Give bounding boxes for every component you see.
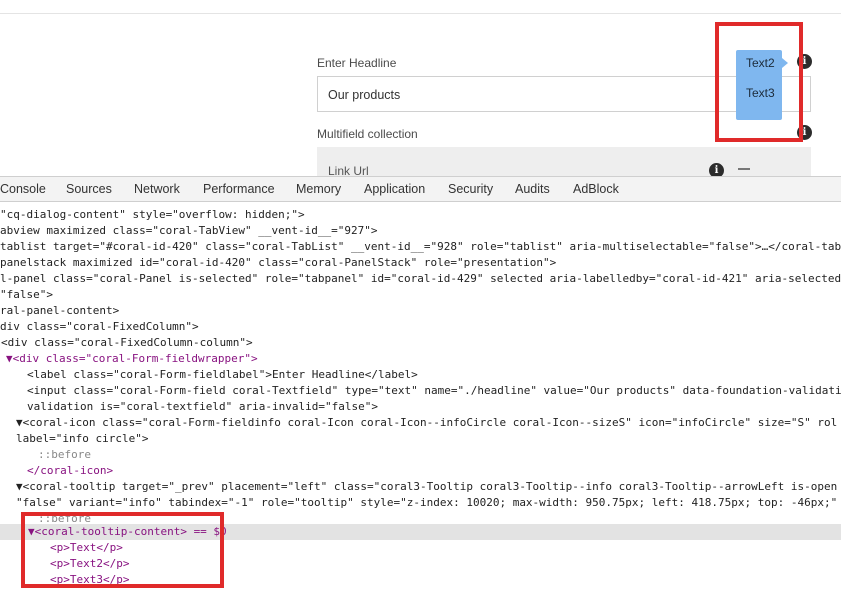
tab-application[interactable]: Application [364,182,425,196]
tab-adblock[interactable]: AdBlock [573,182,619,196]
highlight-box [715,22,803,142]
dom-line[interactable]: <label class="coral-Form-fieldlabel">Ent… [27,367,418,383]
dom-line[interactable]: tablist target="#coral-id-420" class="co… [0,239,841,255]
highlight-box [21,512,224,588]
dom-line[interactable]: <div class="coral-FixedColumn-column"> [1,335,253,351]
dom-line[interactable]: validation is="coral-textfield" aria-inv… [27,399,378,415]
dom-line[interactable]: label="info circle"> [16,431,148,447]
devtools-tabbar: Console Sources Network Performance Memo… [0,176,841,202]
dom-line[interactable]: ▼<div class="coral-Form-fieldwrapper"> [6,351,258,367]
headline-value: Our products [328,88,401,102]
headline-label: Enter Headline [317,56,397,70]
info-icon[interactable]: i [709,163,724,176]
tab-memory[interactable]: Memory [296,182,341,196]
tab-console[interactable]: Console [0,182,46,196]
link-url-label: Link Url [328,164,369,176]
dom-line[interactable]: ▼<coral-icon class="coral-Form-fieldinfo… [16,415,837,431]
dom-line[interactable]: panelstack maximized id="coral-id-420" c… [0,255,556,271]
trash-icon[interactable] [738,168,750,176]
tab-performance[interactable]: Performance [203,182,275,196]
tab-sources[interactable]: Sources [66,182,112,196]
dom-line[interactable]: div class="coral-FixedColumn"> [0,319,199,335]
tab-security[interactable]: Security [448,182,493,196]
dom-line[interactable]: "false" variant="info" tabindex="-1" rol… [16,495,837,511]
dom-line[interactable]: ral-panel-content> [0,303,119,319]
dom-line[interactable]: </coral-icon> [27,463,113,479]
multifield-item: Link Url [317,147,811,176]
dom-line[interactable]: "false"> [0,287,53,303]
tab-audits[interactable]: Audits [515,182,550,196]
pseudo-element[interactable]: ::before [38,447,91,463]
tab-network[interactable]: Network [134,182,180,196]
dom-line[interactable]: ▼<coral-tooltip target="_prev" placement… [16,479,837,495]
dom-line[interactable]: "cq-dialog-content" style="overflow: hid… [0,207,305,223]
dom-line[interactable]: abview maximized class="coral-TabView" _… [0,223,378,239]
page-content: Enter Headline i Our products Multifield… [0,0,841,176]
multifield-label: Multifield collection [317,127,418,141]
dom-line[interactable]: l-panel class="coral-Panel is-selected" … [0,271,841,287]
dom-line[interactable]: <input class="coral-Form-field coral-Tex… [27,383,841,399]
divider [0,13,841,14]
